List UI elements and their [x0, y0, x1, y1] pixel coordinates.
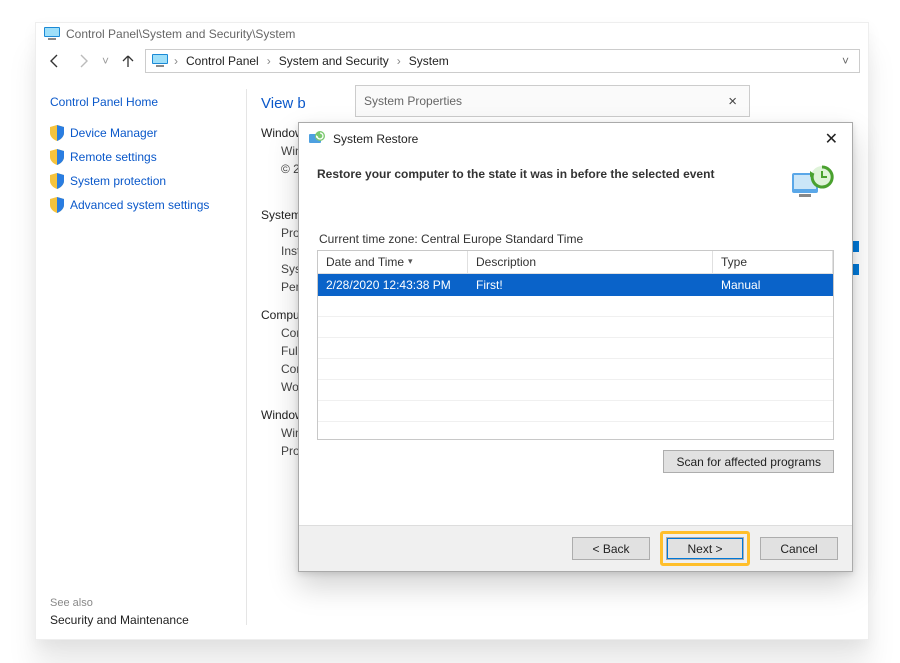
sort-desc-icon: ▾ — [408, 256, 413, 267]
dialog-body: Restore your computer to the state it wa… — [299, 155, 852, 525]
chevron-right-icon[interactable]: › — [174, 54, 178, 68]
window-titlebar: Control Panel\System and Security\System — [36, 23, 868, 45]
sidebar-item-label: Remote settings — [70, 150, 157, 164]
sidebar-remote-settings[interactable]: Remote settings — [50, 149, 232, 165]
shield-icon — [50, 197, 64, 213]
breadcrumb-system[interactable]: System — [407, 54, 451, 68]
system-restore-dialog: System Restore ✕ Restore your computer t… — [298, 122, 853, 572]
sidebar-advanced-settings[interactable]: Advanced system settings — [50, 197, 232, 213]
breadcrumb-control-panel[interactable]: Control Panel — [184, 54, 261, 68]
dialog-footer: < Back Next > Cancel — [299, 525, 852, 571]
nav-up-button[interactable] — [117, 50, 139, 72]
shield-icon — [50, 173, 64, 189]
restore-points-table[interactable]: Date and Time ▾ Description Type 2/28/20… — [317, 250, 834, 440]
shield-icon — [50, 149, 64, 165]
empty-row — [318, 359, 833, 380]
nav-recent-chevron-icon[interactable]: ˅ — [100, 54, 111, 68]
cell-datetime: 2/28/2020 12:43:38 PM — [318, 274, 468, 296]
sidebar-item-label: Device Manager — [70, 126, 157, 140]
breadcrumb-system-security[interactable]: System and Security — [277, 54, 391, 68]
sidebar-item-label: System protection — [70, 174, 166, 188]
window-path: Control Panel\System and Security\System — [66, 27, 295, 41]
chevron-down-icon[interactable]: ˅ — [838, 54, 853, 68]
cancel-button[interactable]: Cancel — [760, 537, 838, 560]
address-bar[interactable]: › Control Panel › System and Security › … — [145, 49, 860, 73]
system-properties-dialog[interactable]: System Properties × — [355, 85, 750, 117]
address-bar-row: ˅ › Control Panel › System and Security … — [36, 45, 868, 79]
empty-row — [318, 296, 833, 317]
cell-type: Manual — [713, 274, 833, 296]
security-maintenance-link[interactable]: Security and Maintenance — [50, 613, 189, 627]
sidebar-device-manager[interactable]: Device Manager — [50, 125, 232, 141]
empty-row — [318, 338, 833, 359]
system-restore-icon — [309, 131, 325, 147]
nav-back-button[interactable] — [44, 50, 66, 72]
empty-row — [318, 422, 833, 440]
table-row[interactable]: 2/28/2020 12:43:38 PM First! Manual — [318, 274, 833, 296]
empty-row — [318, 401, 833, 422]
instruction-text: Restore your computer to the state it wa… — [317, 163, 714, 181]
dialog-title: System Properties — [364, 94, 462, 108]
chevron-right-icon[interactable]: › — [267, 54, 271, 68]
col-header-datetime[interactable]: Date and Time ▾ — [318, 251, 468, 273]
restore-clock-icon — [790, 163, 834, 206]
nav-forward-button[interactable] — [72, 50, 94, 72]
monitor-icon — [152, 54, 168, 68]
col-label: Date and Time — [326, 255, 404, 269]
dialog-title: System Restore — [333, 132, 418, 146]
col-label: Type — [721, 255, 747, 269]
close-icon[interactable]: ✕ — [821, 129, 842, 149]
col-header-type[interactable]: Type — [713, 251, 833, 273]
close-icon[interactable]: × — [724, 93, 741, 110]
sidebar-system-protection[interactable]: System protection — [50, 173, 232, 189]
sidebar: Control Panel Home Device Manager Remote… — [46, 89, 236, 625]
table-header[interactable]: Date and Time ▾ Description Type — [318, 251, 833, 274]
scan-affected-button[interactable]: Scan for affected programs — [663, 450, 834, 473]
col-header-description[interactable]: Description — [468, 251, 713, 273]
col-label: Description — [476, 255, 536, 269]
sidebar-item-label: Advanced system settings — [70, 198, 209, 212]
monitor-icon — [44, 27, 60, 41]
dialog-titlebar[interactable]: System Restore ✕ — [299, 123, 852, 155]
tutorial-highlight: Next > — [660, 531, 750, 566]
empty-row — [318, 380, 833, 401]
control-panel-home-link[interactable]: Control Panel Home — [50, 95, 232, 109]
next-button[interactable]: Next > — [666, 537, 744, 560]
see-also-label: See also — [50, 597, 93, 609]
cell-description: First! — [468, 274, 713, 296]
back-button[interactable]: < Back — [572, 537, 650, 560]
chevron-right-icon[interactable]: › — [397, 54, 401, 68]
timezone-label: Current time zone: Central Europe Standa… — [319, 232, 834, 246]
shield-icon — [50, 125, 64, 141]
empty-row — [318, 317, 833, 338]
